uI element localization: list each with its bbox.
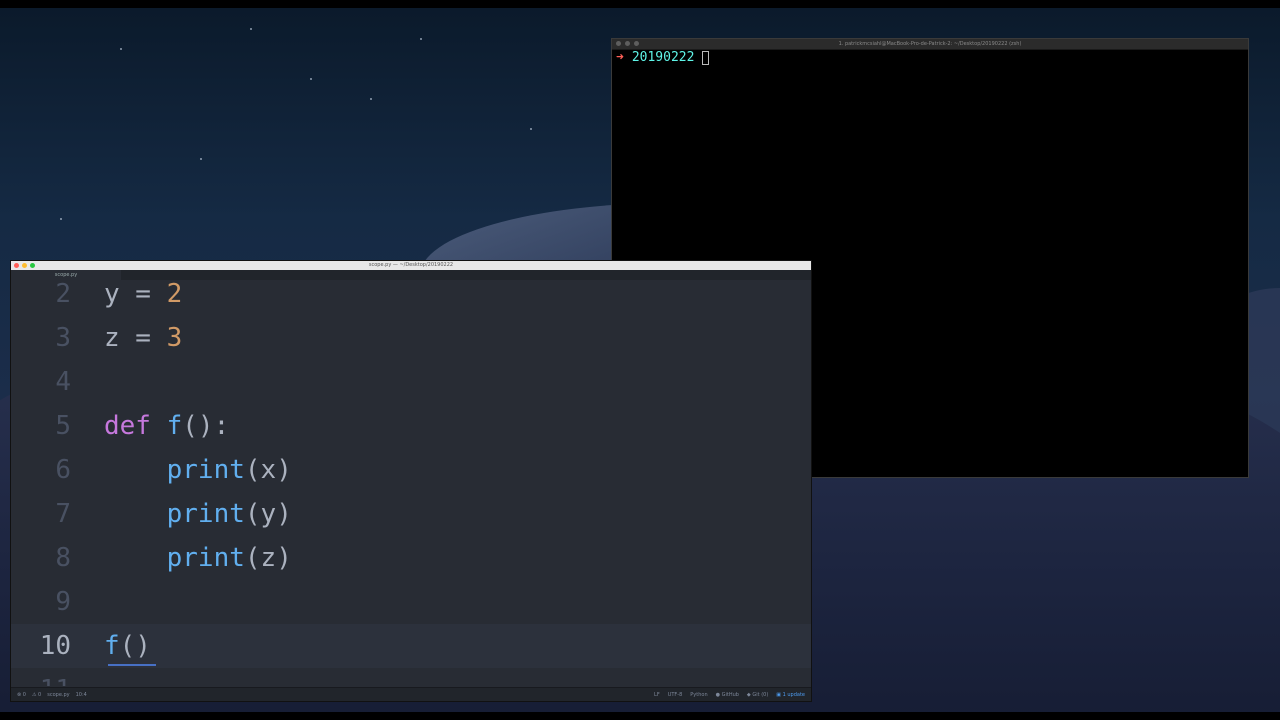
git-button[interactable]: ◆ Git (0)	[746, 688, 768, 701]
updates-button[interactable]: ▣ 1 update	[776, 688, 805, 701]
code-line[interactable]: 10 f()	[11, 624, 811, 668]
terminal-prompt-line[interactable]: ➜ 20190222	[616, 49, 710, 66]
status-file-name[interactable]: scope.py	[47, 688, 69, 701]
package-icon: ▣	[776, 692, 782, 698]
code-text: print(y)	[104, 499, 292, 529]
code-token: f	[166, 411, 183, 441]
github-button[interactable]: ● GitHub	[715, 688, 739, 701]
warning-count[interactable]: ⚠ 0	[32, 688, 41, 701]
code-line[interactable]: 4	[11, 360, 811, 404]
code-line[interactable]: 3z = 3	[11, 316, 811, 360]
line-ending[interactable]: LF	[654, 688, 660, 701]
code-text: f()	[104, 631, 151, 661]
terminal-cursor	[702, 50, 710, 65]
editor-window[interactable]: scope.py — ~/Desktop/20190222 scope.py 2…	[10, 260, 812, 702]
code-token: print	[166, 455, 245, 485]
cursor-position[interactable]: 10:4	[76, 688, 87, 701]
code-line[interactable]: 9	[11, 580, 811, 624]
code-line[interactable]: 6 print(x)	[11, 448, 811, 492]
code-token: z =	[104, 323, 167, 353]
line-number[interactable]: 8	[11, 543, 71, 573]
code-text: def f():	[104, 411, 229, 441]
code-token: ()	[119, 631, 151, 661]
tab-scope-py[interactable]: scope.py	[11, 270, 121, 280]
code-text: print(z)	[104, 543, 292, 573]
line-number[interactable]: 6	[11, 455, 71, 485]
code-text: print(x)	[104, 455, 292, 485]
code-token: print	[166, 499, 245, 529]
code-token: f	[104, 631, 120, 661]
github-icon: ●	[715, 692, 720, 698]
screen-top-border	[0, 0, 1280, 8]
code-token: (x)	[244, 455, 292, 485]
editor-titlebar[interactable]: scope.py — ~/Desktop/20190222	[11, 261, 811, 270]
code-line[interactable]: 5 def f():	[11, 404, 811, 448]
code-token: print	[166, 543, 245, 573]
terminal-title: 1. patrickmcsiahl@MacBook-Pro-de-Patrick…	[838, 41, 1022, 47]
code-area[interactable]: 2y = 23z = 3 4 5 def f(): 6 print(x) 7 print(…	[11, 280, 811, 686]
error-count[interactable]: ⊗ 0	[17, 688, 26, 701]
matching-bracket-underline	[108, 664, 156, 666]
line-number[interactable]: 4	[11, 367, 71, 397]
prompt-directory: 20190222	[631, 50, 695, 65]
code-line[interactable]: 8 print(z)	[11, 536, 811, 580]
code-line[interactable]: 7 print(y)	[11, 492, 811, 536]
line-number[interactable]: 10	[11, 631, 71, 661]
code-token: y =	[104, 280, 167, 309]
code-token: 2	[166, 280, 183, 309]
code-token: def	[104, 411, 151, 441]
prompt-arrow-icon: ➜	[616, 50, 624, 65]
screen-bottom-border	[0, 712, 1280, 720]
code-token: (y)	[244, 499, 292, 529]
file-encoding[interactable]: UTF-8	[668, 688, 683, 701]
code-text: z = 3	[104, 323, 182, 353]
line-number[interactable]: 3	[11, 323, 71, 353]
grammar-selector[interactable]: Python	[690, 688, 707, 701]
line-number[interactable]: 2	[11, 280, 71, 309]
code-token: 3	[166, 323, 183, 353]
editor-tab-bar: scope.py	[11, 270, 811, 280]
line-number[interactable]: 11	[11, 675, 71, 686]
git-icon: ◆	[746, 692, 751, 698]
code-line[interactable]: 11	[11, 668, 811, 686]
editor-title: scope.py — ~/Desktop/20190222	[368, 262, 454, 268]
code-token: (z)	[244, 543, 292, 573]
code-line[interactable]: 2y = 2	[11, 280, 811, 316]
line-number[interactable]: 7	[11, 499, 71, 529]
line-number[interactable]: 5	[11, 411, 71, 441]
code-text: y = 2	[104, 280, 182, 309]
status-bar: ⊗ 0 ⚠ 0 scope.py 10:4 LF UTF-8 Python ● …	[11, 687, 811, 701]
code-token: ():	[182, 411, 230, 441]
line-number[interactable]: 9	[11, 587, 71, 617]
